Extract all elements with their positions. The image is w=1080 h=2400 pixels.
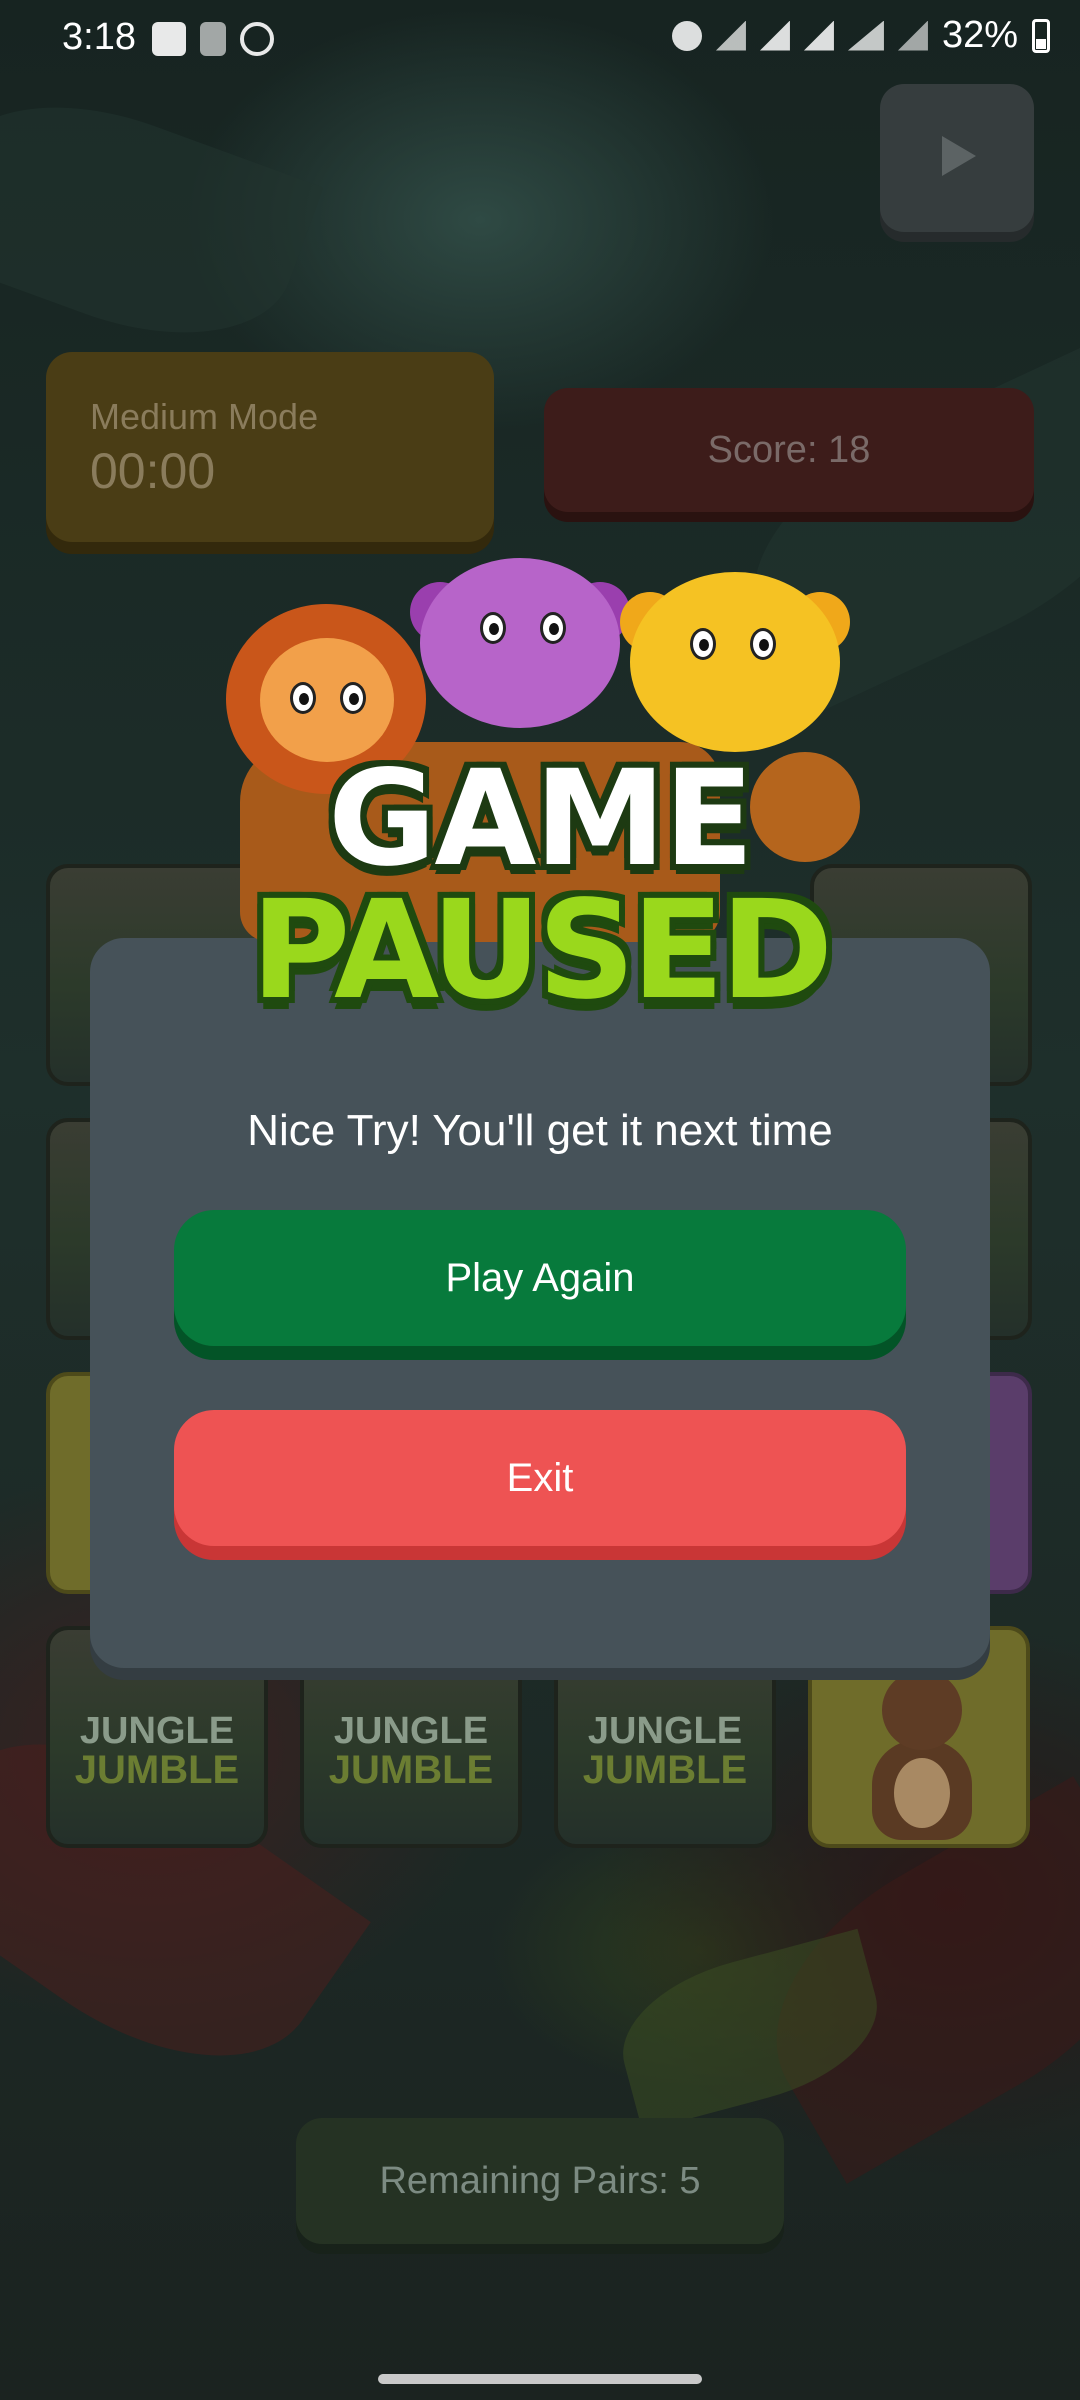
card-logo-line2: JUMBLE (328, 1748, 494, 1792)
game-paused-artwork: GAME PAUSED (210, 552, 870, 1052)
eye (340, 682, 366, 714)
eye (750, 628, 776, 660)
bear-belly (894, 1758, 950, 1828)
battery-icon (1032, 18, 1050, 53)
bear-head (882, 1670, 962, 1750)
app-icon (240, 22, 274, 56)
title-paused: PAUSED (250, 872, 833, 1030)
mute-icon (715, 20, 746, 51)
play-again-label: Play Again (445, 1255, 635, 1300)
signal-icon-2 (897, 20, 928, 51)
score-card: Score: 18 (544, 388, 1034, 512)
battery-percent: 32% (941, 14, 1018, 56)
exit-button[interactable]: Exit (174, 1410, 906, 1546)
resume-button[interactable] (880, 84, 1034, 232)
eye (540, 612, 566, 644)
volte-icon (847, 20, 884, 51)
play-again-button[interactable]: Play Again (174, 1210, 906, 1346)
signal-question-icon (200, 22, 226, 56)
alarm-icon (671, 20, 702, 51)
remaining-pairs-label: Remaining Pairs: 5 (379, 2159, 701, 2202)
card-logo-line2: JUMBLE (74, 1748, 240, 1792)
play-icon (942, 136, 976, 176)
gallery-icon (152, 22, 186, 56)
dialog-message: Nice Try! You'll get it next time (247, 1106, 833, 1155)
card-logo-line1: JUNGLE (333, 1710, 489, 1752)
yellow-bear (630, 572, 840, 752)
timer: 00:00 (90, 443, 216, 499)
card-logo-line1: JUNGLE (587, 1710, 743, 1752)
signal-icon (803, 20, 834, 51)
card-logo-line1: JUNGLE (79, 1710, 235, 1752)
exit-label: Exit (506, 1455, 574, 1500)
mode-timer-card: Medium Mode 00:00 (46, 352, 494, 542)
status-time: 3:18 (62, 16, 136, 58)
eye (290, 682, 316, 714)
score-label: Score: 18 (707, 428, 871, 471)
card-logo-line2: JUMBLE (582, 1748, 748, 1792)
mode-label: Medium Mode (90, 396, 319, 437)
remaining-pairs-card: Remaining Pairs: 5 (296, 2118, 784, 2244)
purple-monkey (420, 558, 620, 728)
wifi-icon (759, 20, 790, 51)
eye (480, 612, 506, 644)
eye (690, 628, 716, 660)
status-bar: 3:18 32% (0, 0, 1080, 80)
gesture-nav-bar[interactable] (378, 2374, 702, 2384)
